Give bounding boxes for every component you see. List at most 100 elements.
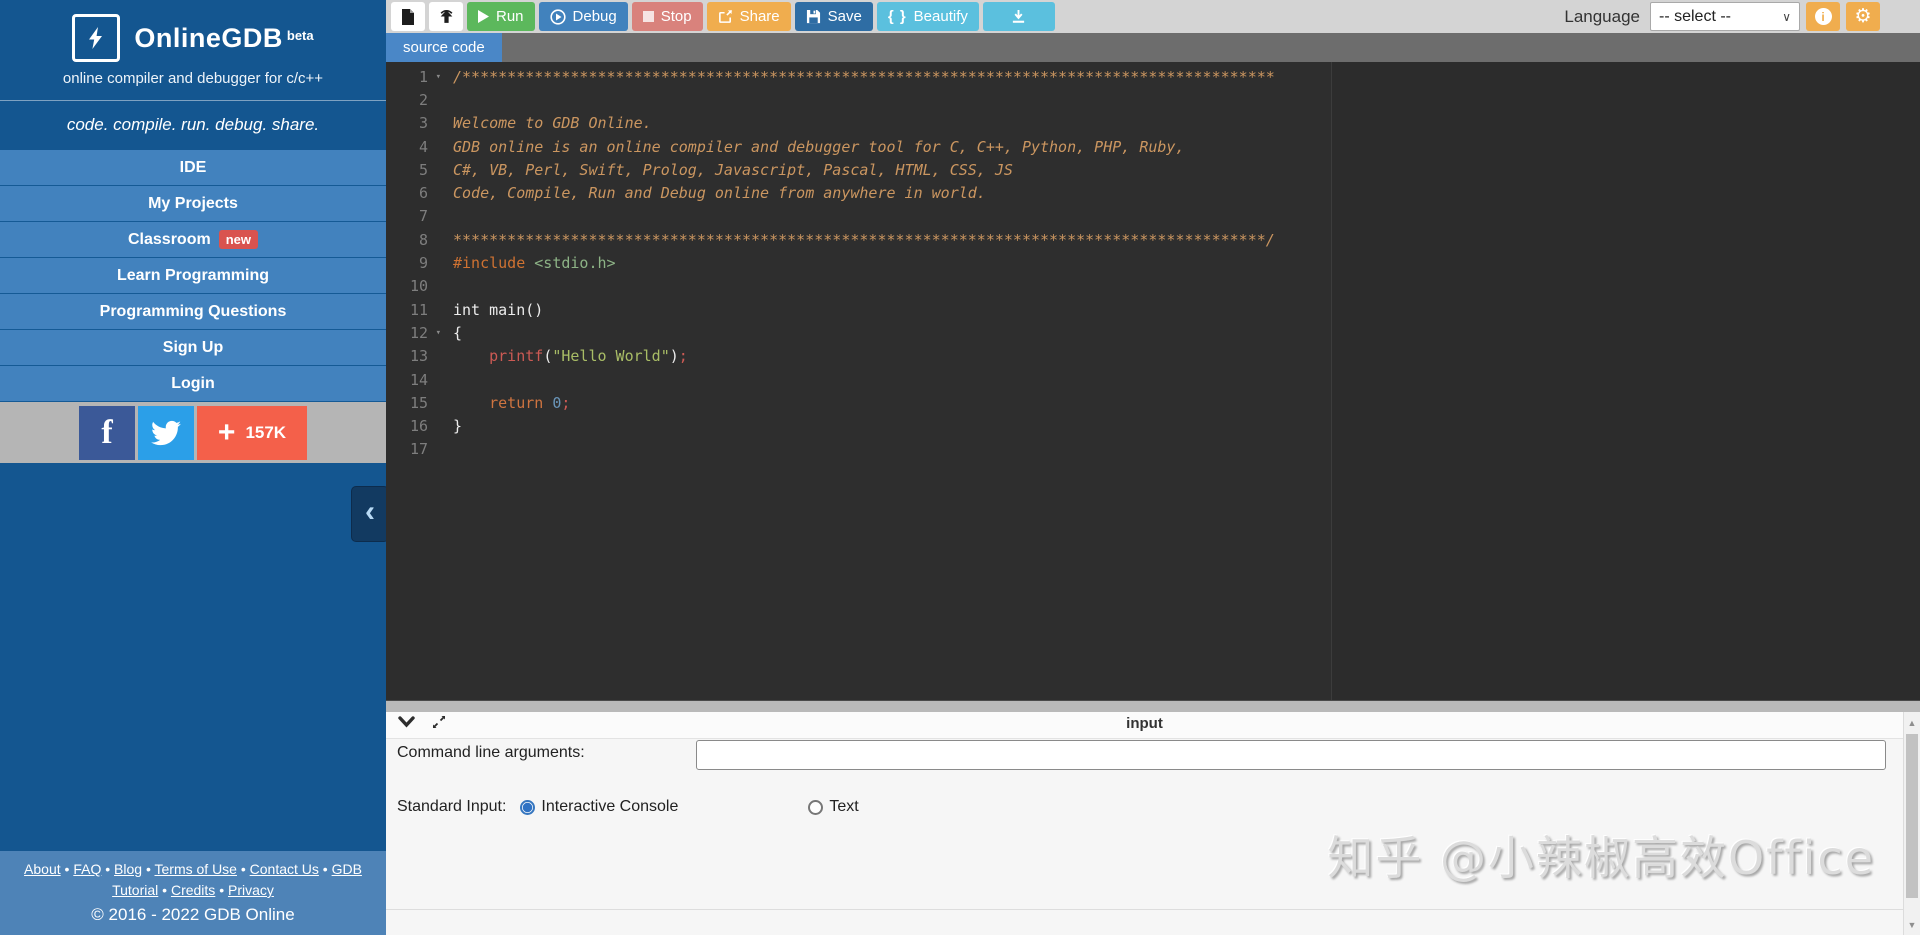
- code-editor[interactable]: 1 ▾ /*************************************…: [386, 62, 1920, 700]
- info-button[interactable]: i: [1806, 2, 1840, 31]
- plus-icon: +: [217, 415, 236, 449]
- tab-bar: source code: [386, 33, 1920, 62]
- twitter-icon: [151, 420, 181, 445]
- beautify-label: Beautify: [913, 8, 968, 25]
- sidebar-item-programming-questions[interactable]: Programming Questions: [0, 294, 386, 330]
- beautify-button[interactable]: { } Beautify: [876, 2, 979, 31]
- footer-link[interactable]: Terms of Use: [155, 861, 237, 877]
- tab-source-code[interactable]: source code: [386, 33, 502, 62]
- radio-text[interactable]: [808, 799, 824, 815]
- run-button[interactable]: Run: [467, 2, 535, 31]
- code-text: GDB online is an online compiler and deb…: [453, 137, 1185, 156]
- sidebar-item-label: Programming Questions: [99, 302, 287, 320]
- addthis-share-button[interactable]: + 157K: [197, 405, 307, 460]
- fold-caret-icon[interactable]: ▾: [436, 328, 441, 338]
- sidebar-collapse-button[interactable]: ‹: [351, 486, 389, 542]
- sidebar-item-label: My Projects: [148, 194, 238, 212]
- scrollbar-thumb[interactable]: [1906, 734, 1918, 898]
- save-button[interactable]: Save: [794, 2, 873, 31]
- sidebar: OnlineGDB beta online compiler and debugg…: [0, 0, 389, 935]
- brand[interactable]: OnlineGDB beta: [0, 14, 386, 62]
- line-number: 13: [409, 347, 428, 366]
- language-select[interactable]: -- select -- ∨: [1650, 2, 1800, 31]
- twitter-button[interactable]: [138, 405, 194, 460]
- scroll-up-icon[interactable]: ▲: [1904, 714, 1920, 731]
- footer-link[interactable]: Contact Us: [250, 861, 319, 877]
- line-number: 7: [418, 207, 428, 226]
- footer-link[interactable]: Blog: [114, 861, 142, 877]
- sidebar-item-sign-up[interactable]: Sign Up: [0, 330, 386, 366]
- toolbar-right: Language -- select -- ∨ i ⚙: [1564, 2, 1920, 31]
- debug-icon: [549, 8, 566, 25]
- code-line: 11 int main(): [386, 298, 1920, 321]
- chevron-left-icon: ‹: [365, 495, 375, 528]
- footer-link[interactable]: About: [24, 861, 61, 877]
- code-line: 9 #include <stdio.h>: [386, 251, 1920, 274]
- copyright: © 2016 - 2022 GDB Online: [91, 905, 295, 924]
- panel-scrollbar[interactable]: ▲ ▼: [1903, 712, 1920, 935]
- run-icon: [478, 10, 489, 23]
- sidebar-item-login[interactable]: Login: [0, 366, 386, 402]
- brand-title: OnlineGDB beta: [134, 23, 313, 54]
- footer-link[interactable]: FAQ: [73, 861, 101, 877]
- save-label: Save: [827, 8, 862, 25]
- sidebar-item-label: Sign Up: [162, 338, 224, 356]
- app-name: OnlineGDB: [134, 22, 283, 53]
- input-panel: input Command line arguments: Standard I…: [386, 712, 1920, 935]
- code-line: 5 C#, VB, Perl, Swift, Prolog, Javascript…: [386, 158, 1920, 181]
- main-area: Run Debug Stop Share Save { } Beautify L…: [386, 0, 1920, 935]
- stop-button[interactable]: Stop: [631, 2, 703, 31]
- download-icon: [1013, 9, 1025, 23]
- language-label: Language: [1564, 6, 1640, 26]
- debug-button[interactable]: Debug: [538, 2, 628, 31]
- line-number: 8: [418, 230, 428, 249]
- separator: •: [142, 861, 155, 877]
- settings-button[interactable]: ⚙: [1846, 2, 1880, 31]
- scroll-down-icon[interactable]: ▼: [1904, 916, 1920, 933]
- facebook-button[interactable]: f: [79, 405, 135, 460]
- braces-icon: { }: [887, 8, 907, 25]
- separator: •: [60, 861, 74, 877]
- code-line: 12 ▾ {: [386, 321, 1920, 344]
- sidebar-item-my-projects[interactable]: My Projects: [0, 186, 386, 222]
- language-value: -- select --: [1659, 7, 1731, 25]
- sidebar-item-ide[interactable]: IDE: [0, 150, 386, 186]
- line-number: 2: [418, 90, 428, 109]
- sidebar-footer: About • FAQ • Blog • Terms of Use • Cont…: [0, 851, 386, 935]
- facebook-icon: f: [101, 413, 113, 451]
- run-label: Run: [496, 8, 524, 25]
- brand-subtitle: online compiler and debugger for c/c++: [62, 70, 324, 87]
- code-line: 1 ▾ /*************************************…: [386, 65, 1920, 88]
- code-text: C#, VB, Perl, Swift, Prolog, Javascript,…: [453, 160, 1013, 179]
- divider: [386, 909, 1903, 910]
- fold-caret-icon[interactable]: ▾: [436, 72, 441, 82]
- code-lines: 1 ▾ /*************************************…: [386, 65, 1920, 461]
- panel-title: input: [1126, 715, 1163, 732]
- share-button[interactable]: Share: [706, 2, 791, 31]
- sidebar-item-learn-programming[interactable]: Learn Programming: [0, 258, 386, 294]
- input-panel-header: input: [386, 712, 1903, 739]
- code-line: 7: [386, 205, 1920, 228]
- new-file-button[interactable]: [391, 2, 425, 31]
- panel-resize-handle[interactable]: [386, 700, 1920, 712]
- sidebar-item-label: Learn Programming: [116, 266, 270, 284]
- sidebar-item-label: Classroom: [128, 230, 211, 248]
- cmd-args-input[interactable]: [696, 740, 1886, 770]
- share-count: 157K: [245, 422, 287, 442]
- info-icon: i: [1814, 8, 1832, 25]
- stdin-label: Standard Input:: [397, 798, 507, 815]
- download-button[interactable]: [982, 2, 1055, 31]
- footer-link[interactable]: Privacy: [228, 882, 274, 898]
- sidebar-item-classroom[interactable]: Classroom new: [0, 222, 386, 258]
- code-text: }: [453, 417, 463, 436]
- separator: •: [101, 861, 115, 877]
- onlinegdb-app: OnlineGDB beta online compiler and debugg…: [0, 0, 1920, 935]
- code-line: 10: [386, 275, 1920, 298]
- radio-interactive-console[interactable]: [520, 799, 536, 815]
- share-label: Share: [739, 8, 780, 25]
- footer-link[interactable]: Credits: [171, 882, 215, 898]
- chevron-down-icon: ∨: [1782, 9, 1791, 24]
- new-badge: new: [218, 230, 258, 249]
- code-text: Welcome to GDB Online.: [453, 114, 652, 133]
- open-project-button[interactable]: [429, 2, 463, 31]
